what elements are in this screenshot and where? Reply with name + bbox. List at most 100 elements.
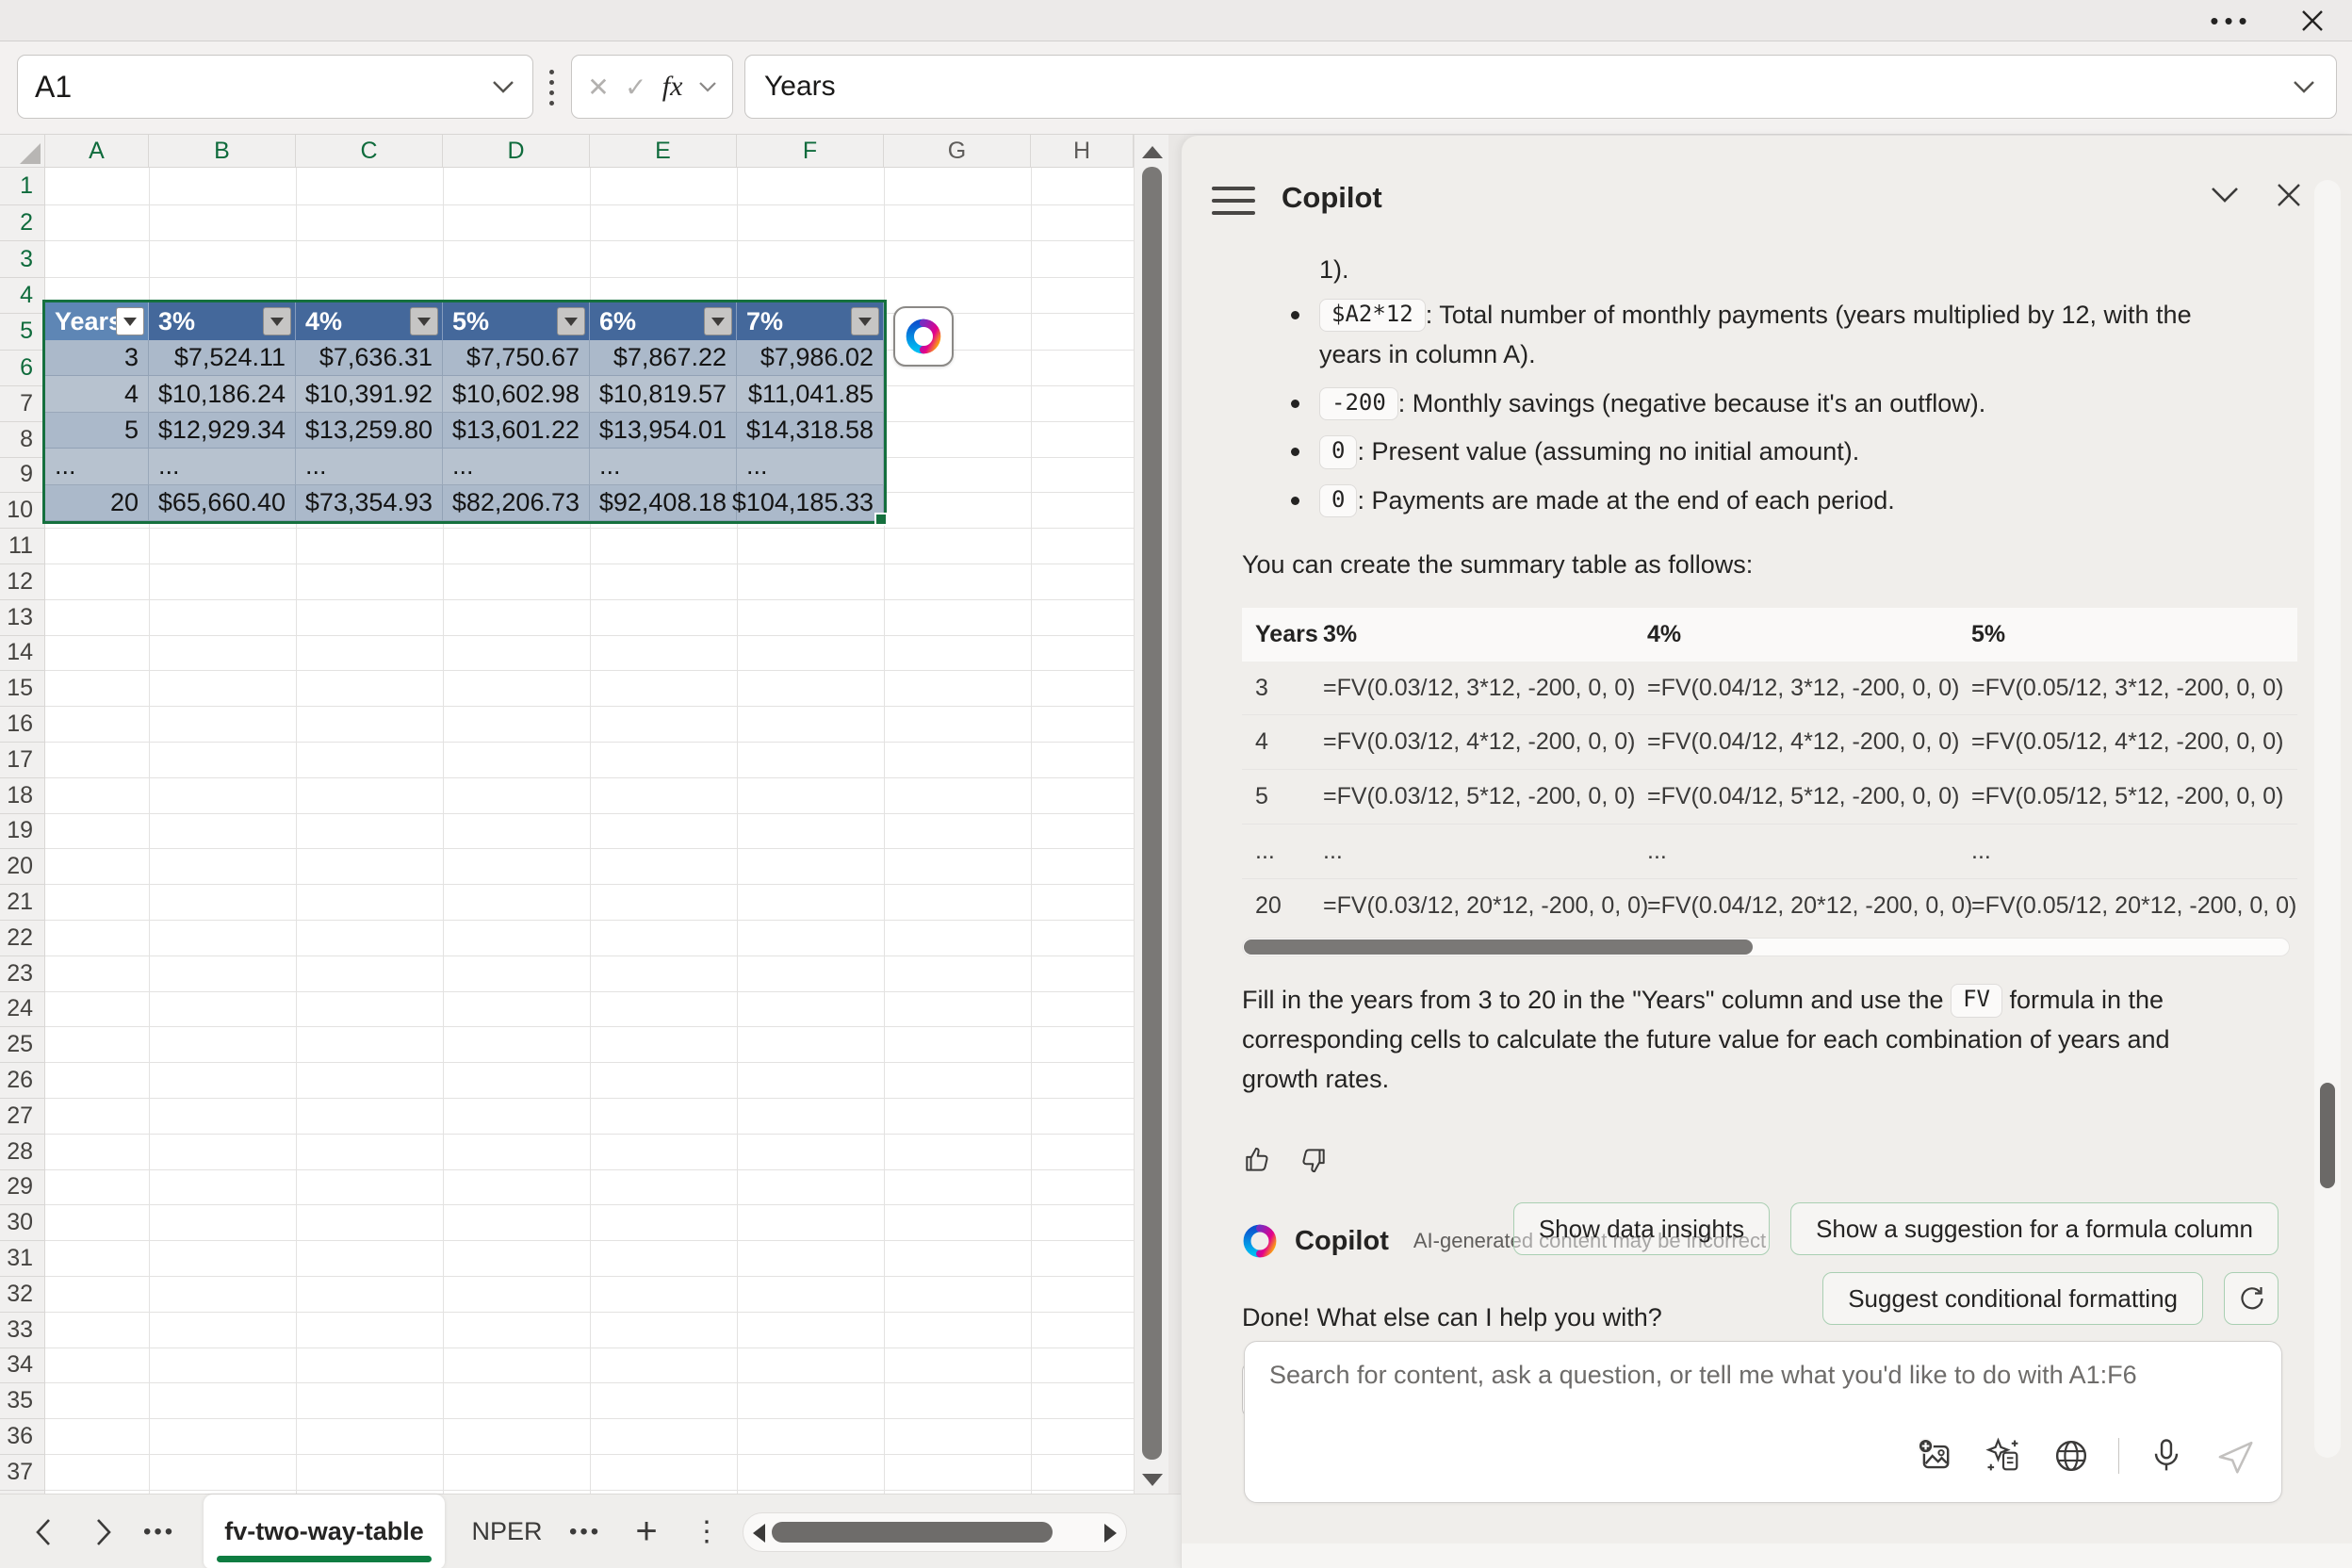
filter-dropdown-button[interactable] <box>410 307 438 335</box>
table-cell[interactable]: ... <box>443 449 590 484</box>
table-cell[interactable]: ... <box>737 449 884 484</box>
table-cell[interactable]: $13,954.01 <box>590 413 737 449</box>
row-header-20[interactable]: 20 <box>0 849 45 885</box>
row-header-8[interactable]: 8 <box>0 422 45 458</box>
table-header-cell[interactable]: Years <box>45 302 149 340</box>
column-header-F[interactable]: F <box>737 135 884 168</box>
formula-input[interactable] <box>764 71 2291 103</box>
filter-dropdown-button[interactable] <box>704 307 732 335</box>
close-panel-button[interactable] <box>2275 181 2303 214</box>
table-cell[interactable]: $7,867.22 <box>590 340 737 376</box>
table-cell[interactable]: $10,391.92 <box>296 376 443 412</box>
panel-scrollbar[interactable] <box>2314 180 2341 1458</box>
table-scrollbar-thumb[interactable] <box>1244 939 1753 955</box>
row-header-1[interactable]: 1 <box>0 168 45 205</box>
row-header-36[interactable]: 36 <box>0 1419 45 1455</box>
all-sheets-button[interactable]: ••• <box>143 1494 175 1568</box>
row-header-10[interactable]: 10 <box>0 493 45 529</box>
row-header-14[interactable]: 14 <box>0 636 45 672</box>
column-header-H[interactable]: H <box>1031 135 1134 168</box>
table-cell[interactable]: 3 <box>45 340 149 376</box>
table-cell[interactable]: $10,186.24 <box>149 376 296 412</box>
row-header-37[interactable]: 37 <box>0 1455 45 1491</box>
add-sheet-button[interactable]: + <box>628 1494 665 1568</box>
vertical-scrollbar[interactable] <box>1134 135 1168 1494</box>
scroll-left-arrow-icon[interactable] <box>753 1524 765 1543</box>
row-header-31[interactable]: 31 <box>0 1241 45 1277</box>
table-cell[interactable]: $92,408.18 <box>590 485 737 521</box>
row-header-34[interactable]: 34 <box>0 1348 45 1384</box>
filter-dropdown-button[interactable] <box>851 307 879 335</box>
sheet-tab-nper[interactable]: NPER <box>464 1494 550 1568</box>
table-header-cell[interactable]: 4% <box>296 302 443 340</box>
table-cell[interactable]: $82,206.73 <box>443 485 590 521</box>
row-header-22[interactable]: 22 <box>0 921 45 956</box>
cancel-entry-icon[interactable]: ✕ <box>587 72 609 103</box>
column-header-C[interactable]: C <box>296 135 443 168</box>
copilot-prompt-input[interactable] <box>1269 1361 2212 1390</box>
horizontal-scrollbar[interactable] <box>743 1512 1127 1552</box>
row-header-25[interactable]: 25 <box>0 1027 45 1063</box>
table-cell[interactable]: ... <box>296 449 443 484</box>
vertical-scrollbar-thumb[interactable] <box>1142 167 1162 1460</box>
panel-scrollbar-thumb[interactable] <box>2320 1083 2335 1188</box>
row-header-9[interactable]: 9 <box>0 458 45 494</box>
table-cell[interactable]: ... <box>45 449 149 484</box>
row-header-6[interactable]: 6 <box>0 351 45 386</box>
table-cell[interactable]: $12,929.34 <box>149 413 296 449</box>
thumbs-down-icon[interactable] <box>1295 1143 1329 1177</box>
row-header-5[interactable]: 5 <box>0 314 45 350</box>
table-cell[interactable]: 4 <box>45 376 149 412</box>
table-cell[interactable]: 5 <box>45 413 149 449</box>
suggestion-formula-column[interactable]: Show a suggestion for a formula column <box>1790 1202 2278 1255</box>
sheet-menu-kebab-button[interactable]: ⋮ <box>690 1494 724 1568</box>
row-header-18[interactable]: 18 <box>0 778 45 814</box>
row-header-2[interactable]: 2 <box>0 205 45 241</box>
row-header-29[interactable]: 29 <box>0 1170 45 1206</box>
table-header-cell[interactable]: 5% <box>443 302 590 340</box>
table-cell[interactable]: ... <box>149 449 296 484</box>
formula-input-field[interactable] <box>744 55 2337 119</box>
column-header-D[interactable]: D <box>443 135 590 168</box>
copilot-input-box[interactable] <box>1244 1341 2282 1503</box>
column-header-G[interactable]: G <box>884 135 1031 168</box>
table-cell[interactable]: $7,636.31 <box>296 340 443 376</box>
row-header-4[interactable]: 4 <box>0 278 45 314</box>
globe-icon[interactable] <box>2050 1435 2092 1477</box>
table-horizontal-scrollbar[interactable] <box>1242 938 2290 956</box>
row-header-26[interactable]: 26 <box>0 1063 45 1099</box>
suggestion-show-data-insights[interactable]: Show data insights <box>1513 1202 1770 1255</box>
table-cell[interactable]: $14,318.58 <box>737 413 884 449</box>
filter-dropdown-button[interactable] <box>263 307 291 335</box>
sheet-tab-active[interactable]: fv-two-way-table <box>204 1494 445 1568</box>
column-header-A[interactable]: A <box>45 135 149 168</box>
row-header-33[interactable]: 33 <box>0 1313 45 1348</box>
row-header-19[interactable]: 19 <box>0 814 45 850</box>
chevron-down-icon[interactable] <box>698 81 717 93</box>
table-cell[interactable]: $7,750.67 <box>443 340 590 376</box>
copilot-cell-button[interactable] <box>893 306 954 367</box>
table-cell[interactable]: $13,601.22 <box>443 413 590 449</box>
row-header-15[interactable]: 15 <box>0 671 45 707</box>
row-header-27[interactable]: 27 <box>0 1099 45 1135</box>
table-cell[interactable]: 20 <box>45 485 149 521</box>
microphone-icon[interactable] <box>2146 1435 2187 1477</box>
suggestion-conditional-formatting[interactable]: Suggest conditional formatting <box>1822 1272 2203 1325</box>
table-cell[interactable]: $7,986.02 <box>737 340 884 376</box>
chevron-down-icon[interactable] <box>491 79 515 94</box>
row-header-30[interactable]: 30 <box>0 1205 45 1241</box>
table-cell[interactable]: $104,185.33 <box>737 485 884 521</box>
row-header-16[interactable]: 16 <box>0 707 45 743</box>
row-header-7[interactable]: 7 <box>0 386 45 422</box>
scroll-right-arrow-icon[interactable] <box>1104 1524 1117 1543</box>
column-header-B[interactable]: B <box>149 135 296 168</box>
fill-handle[interactable] <box>874 513 888 526</box>
window-close-button[interactable] <box>2282 0 2343 41</box>
insert-function-icon[interactable]: fx <box>662 71 683 103</box>
table-cell[interactable]: $11,041.85 <box>737 376 884 412</box>
sheet-options-button[interactable]: ••• <box>569 1494 601 1568</box>
prompt-sparkle-icon[interactable] <box>1983 1435 2024 1477</box>
table-cell[interactable]: $65,660.40 <box>149 485 296 521</box>
filter-dropdown-button[interactable] <box>116 307 144 335</box>
table-cell[interactable]: $10,819.57 <box>590 376 737 412</box>
